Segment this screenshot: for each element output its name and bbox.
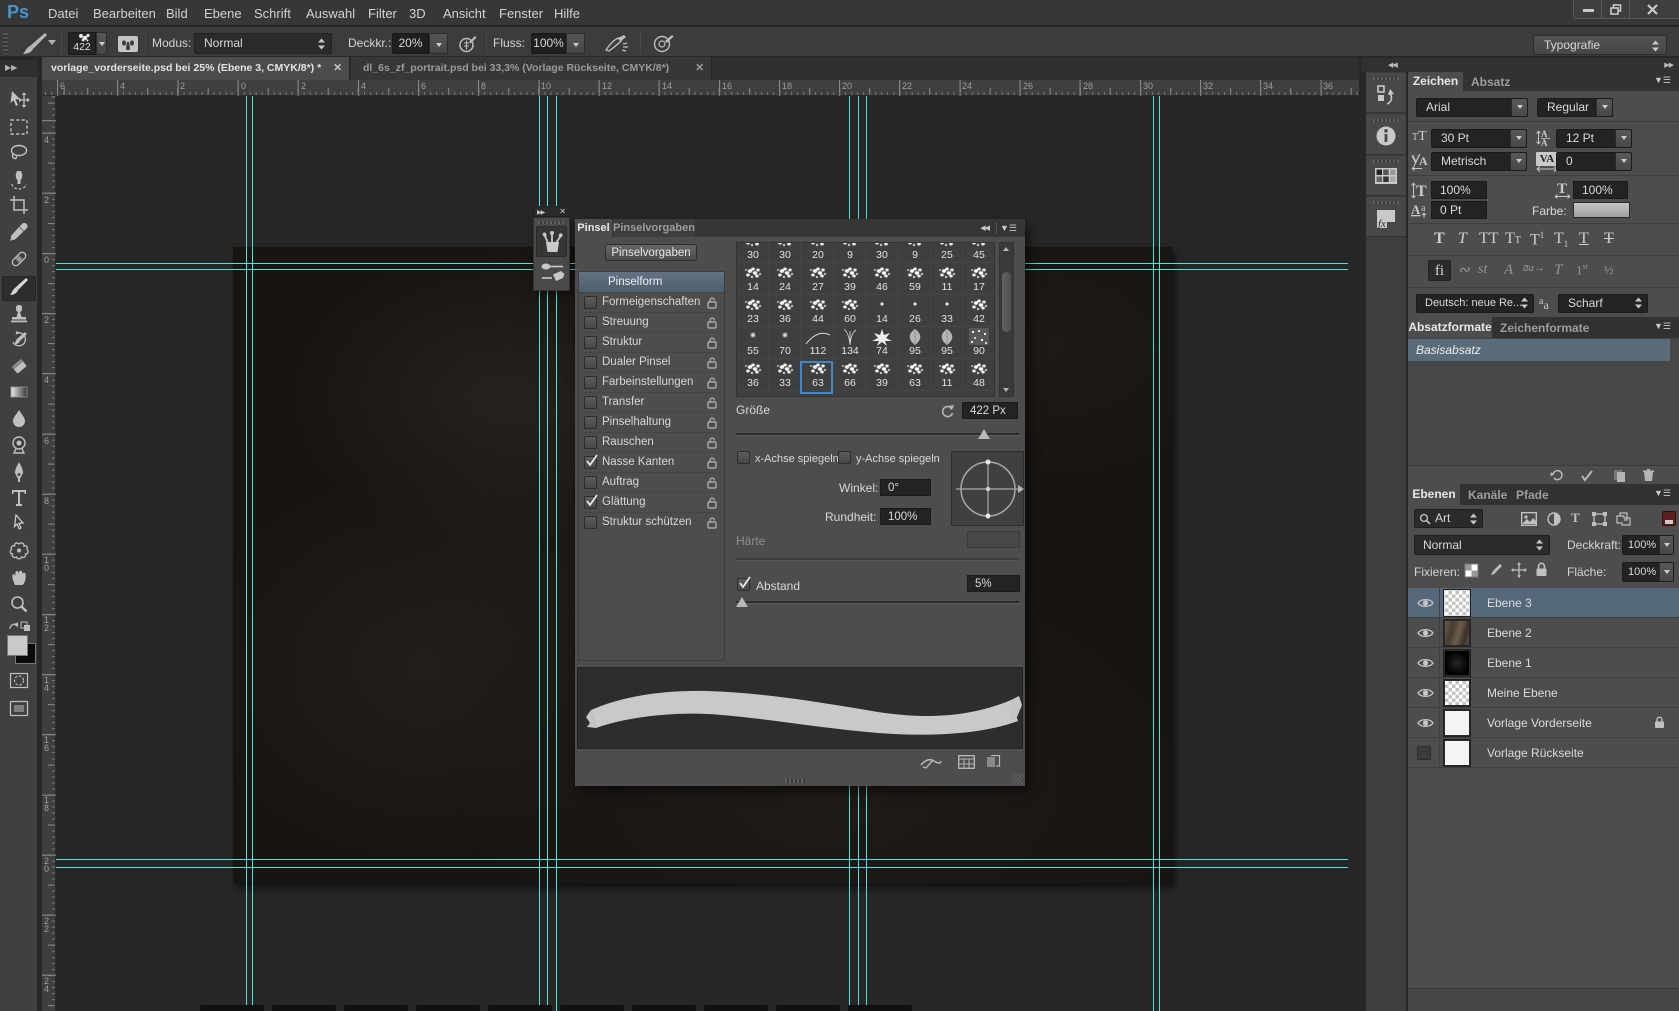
svg-text:T: T bbox=[1416, 183, 1427, 200]
svg-text:A: A bbox=[1419, 154, 1428, 168]
svg-text:A: A bbox=[1411, 202, 1421, 217]
svg-text:T: T bbox=[1557, 181, 1567, 197]
svg-text:A: A bbox=[1541, 138, 1548, 147]
svg-text:a: a bbox=[1421, 203, 1426, 214]
svg-text:fx: fx bbox=[1378, 218, 1386, 230]
